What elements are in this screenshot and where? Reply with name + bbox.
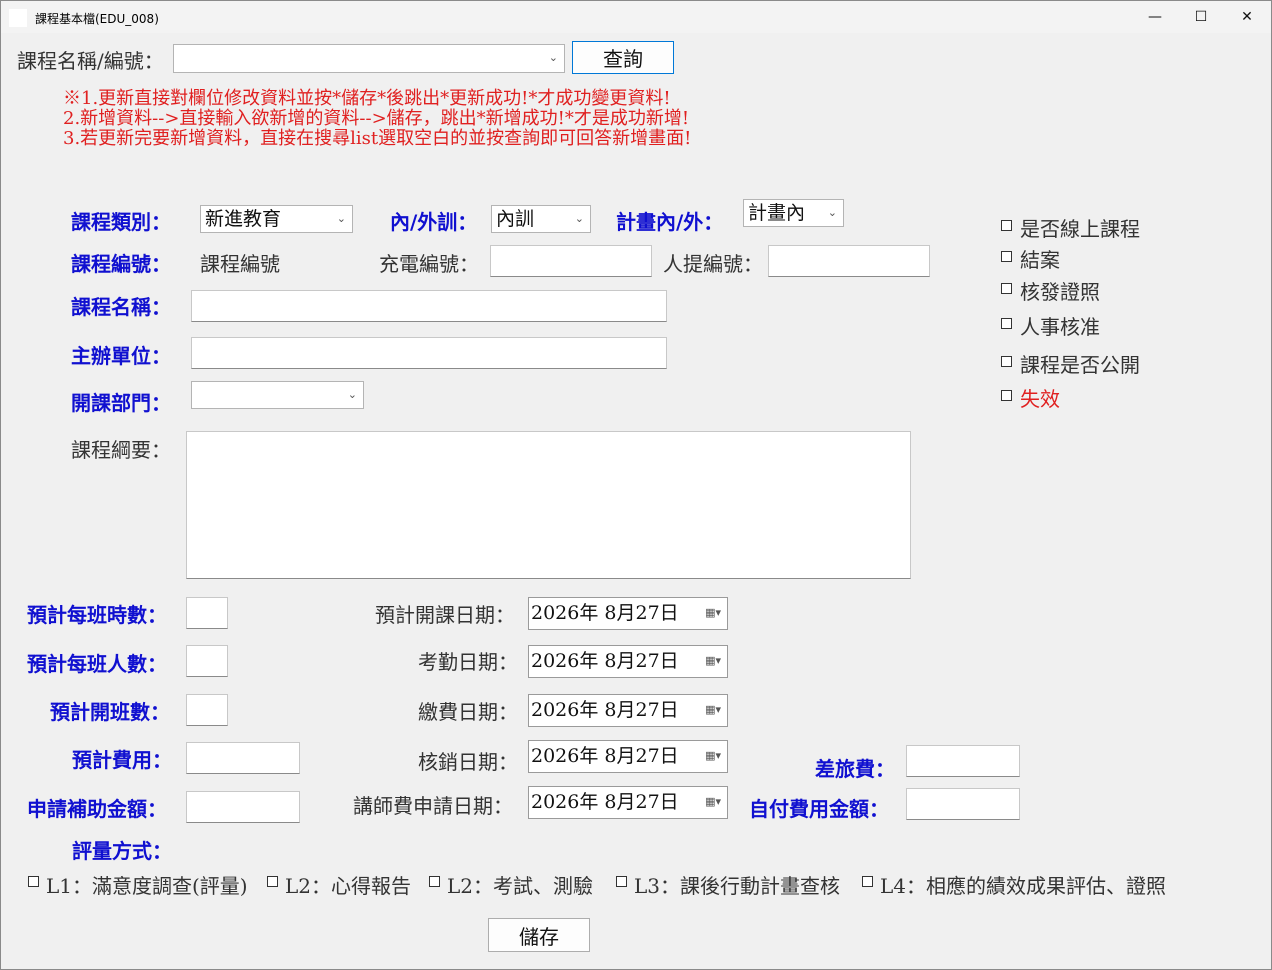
- eval-l3-label: L3：課後行動計畫查核: [634, 874, 841, 898]
- eval-l4-checkbox[interactable]: [862, 876, 873, 887]
- plan-combo[interactable]: 計畫內 ⌄: [743, 199, 844, 227]
- title-bar: 課程基本檔(EDU_008) — ☐ ✕: [1, 1, 1271, 33]
- main-window: 課程基本檔(EDU_008) — ☐ ✕ 課程名稱/編號： ⌄ 查詢 ※1.更新…: [0, 0, 1272, 970]
- writeoff-date-value: 2026年 8月27日: [531, 745, 679, 767]
- attend-date-picker[interactable]: 2026年 8月27日 ▦▾: [528, 645, 728, 678]
- inout-label: 內/外訓：: [390, 210, 478, 234]
- closed-checkbox[interactable]: [1001, 251, 1012, 262]
- charge-no-label: 充電編號：: [379, 252, 479, 276]
- subsidy-input[interactable]: [186, 791, 300, 823]
- minimize-button[interactable]: —: [1132, 1, 1178, 33]
- hr-no-label: 人提編號：: [663, 252, 763, 276]
- inout-combo[interactable]: 內訓 ⌄: [491, 205, 591, 233]
- plan-value: 計畫內: [748, 202, 806, 224]
- selfpay-label: 自付費用金額：: [749, 797, 889, 821]
- writeoff-date-label: 核銷日期：: [418, 750, 518, 774]
- certificate-checkbox[interactable]: [1001, 283, 1012, 294]
- hours-label: 預計每班時數：: [27, 603, 167, 627]
- lecturer-date-picker[interactable]: 2026年 8月27日 ▦▾: [528, 786, 728, 819]
- start-date-label: 預計開課日期：: [375, 603, 515, 627]
- eval-l2b-label: L2：考試、測驗: [447, 874, 594, 898]
- hours-input[interactable]: [186, 597, 228, 629]
- calendar-icon[interactable]: ▦▾: [705, 695, 721, 725]
- pay-date-picker[interactable]: 2026年 8月27日 ▦▾: [528, 694, 728, 727]
- classes-label: 預計開班數：: [50, 700, 170, 724]
- chevron-down-icon: ⌄: [336, 212, 346, 225]
- outline-textarea[interactable]: [186, 431, 911, 579]
- cost-label: 預計費用：: [72, 748, 172, 772]
- online-label: 是否線上課程: [1020, 217, 1140, 241]
- writeoff-date-picker[interactable]: 2026年 8月27日 ▦▾: [528, 740, 728, 773]
- people-input[interactable]: [186, 645, 228, 677]
- course-name-label: 課程名稱：: [71, 295, 171, 319]
- eval-l2b-checkbox[interactable]: [429, 876, 440, 887]
- online-checkbox[interactable]: [1001, 220, 1012, 231]
- calendar-icon[interactable]: ▦▾: [705, 787, 721, 817]
- start-date-picker[interactable]: 2026年 8月27日 ▦▾: [528, 597, 728, 630]
- lecturer-date-value: 2026年 8月27日: [531, 791, 679, 813]
- note-line-2: 2.新增資料-->直接輸入欲新增的資料-->儲存，跳出*新增成功!*才是成功新增…: [63, 108, 690, 129]
- attend-date-label: 考勤日期：: [418, 650, 518, 674]
- hr-approve-checkbox[interactable]: [1001, 318, 1012, 329]
- calendar-icon[interactable]: ▦▾: [705, 741, 721, 771]
- selfpay-input[interactable]: [906, 788, 1020, 820]
- start-date-value: 2026年 8月27日: [531, 602, 679, 624]
- inout-value: 內訓: [496, 208, 535, 230]
- chevron-down-icon: ⌄: [827, 206, 837, 219]
- travel-label: 差旅費：: [815, 757, 895, 781]
- charge-no-input[interactable]: [490, 245, 652, 277]
- hr-approve-label: 人事核准: [1020, 315, 1100, 339]
- calendar-icon[interactable]: ▦▾: [705, 598, 721, 628]
- cost-input[interactable]: [186, 742, 300, 774]
- chevron-down-icon: ⌄: [347, 388, 357, 401]
- plan-label: 計畫內/外：: [616, 210, 724, 234]
- outline-label: 課程綱要：: [71, 438, 171, 462]
- category-label: 課程類別：: [71, 210, 171, 234]
- calendar-icon[interactable]: ▦▾: [705, 646, 721, 676]
- eval-l4-label: L4：相應的績效成果評估、證照: [880, 874, 1167, 898]
- closed-label: 結案: [1020, 248, 1060, 272]
- eval-l3-checkbox[interactable]: [616, 876, 627, 887]
- people-label: 預計每班人數：: [27, 652, 167, 676]
- host-label: 主辦單位：: [71, 344, 171, 368]
- chevron-down-icon: ⌄: [574, 212, 584, 225]
- eval-label: 評量方式：: [72, 839, 172, 863]
- pay-date-value: 2026年 8月27日: [531, 699, 679, 721]
- search-label: 課程名稱/編號：: [17, 49, 164, 73]
- category-combo[interactable]: 新進教育 ⌄: [200, 205, 353, 233]
- dept-label: 開課部門：: [71, 391, 171, 415]
- note-line-3: 3.若更新完要新增資料，直接在搜尋list選取空白的並按查詢即可回答新增畫面!: [63, 128, 692, 149]
- category-value: 新進教育: [205, 208, 282, 230]
- subsidy-label: 申請補助金額：: [27, 797, 167, 821]
- note-line-1: ※1.更新直接對欄位修改資料並按*儲存*後跳出*更新成功!*才成功變更資料!: [63, 88, 671, 109]
- public-label: 課程是否公開: [1020, 353, 1140, 377]
- close-button[interactable]: ✕: [1224, 1, 1270, 33]
- eval-l1-checkbox[interactable]: [28, 876, 39, 887]
- attend-date-value: 2026年 8月27日: [531, 650, 679, 672]
- course-no-value: 課程編號: [200, 252, 280, 276]
- course-name-input[interactable]: [191, 290, 667, 322]
- invalid-checkbox[interactable]: [1001, 390, 1012, 401]
- maximize-button[interactable]: ☐: [1178, 1, 1224, 33]
- eval-l2a-label: L2：心得報告: [285, 874, 412, 898]
- save-button[interactable]: 儲存: [488, 918, 590, 952]
- query-button[interactable]: 查詢: [572, 41, 674, 74]
- pay-date-label: 繳費日期：: [418, 700, 518, 724]
- host-input[interactable]: [191, 337, 667, 369]
- chevron-down-icon: ⌄: [548, 51, 558, 64]
- public-checkbox[interactable]: [1001, 356, 1012, 367]
- eval-l2a-checkbox[interactable]: [267, 876, 278, 887]
- search-combo[interactable]: ⌄: [173, 44, 565, 73]
- classes-input[interactable]: [186, 694, 228, 726]
- app-icon: [9, 9, 27, 27]
- lecturer-date-label: 講師費申請日期：: [353, 794, 513, 818]
- eval-l1-label: L1：滿意度調查(評量): [46, 874, 248, 898]
- invalid-label: 失效: [1020, 387, 1060, 411]
- certificate-label: 核發證照: [1020, 280, 1100, 304]
- dept-combo[interactable]: ⌄: [191, 381, 364, 409]
- hr-no-input[interactable]: [768, 245, 930, 277]
- course-no-label: 課程編號：: [71, 252, 171, 276]
- travel-input[interactable]: [906, 745, 1020, 777]
- window-title: 課程基本檔(EDU_008): [35, 12, 159, 26]
